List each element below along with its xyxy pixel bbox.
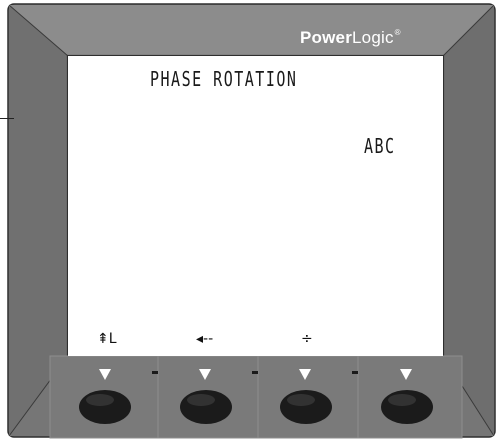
brand-light: Logic [352, 28, 394, 47]
softkey-button-4[interactable] [381, 390, 433, 424]
left-arrow-icon: ◂-- [196, 331, 214, 347]
softkey-button-1[interactable] [79, 390, 131, 424]
powerlogic-logo: PowerLogic® [300, 28, 401, 48]
phase-rotation-value: ABC [364, 134, 396, 159]
brand-registered-mark: ® [394, 28, 401, 37]
lcd-screen [68, 56, 443, 320]
softkey-button-3[interactable] [280, 390, 332, 424]
brand-bold: Power [300, 28, 353, 47]
up-level-icon: ⇞L [97, 331, 117, 347]
plus-minus-icon: ÷ [301, 331, 313, 347]
softkey-label-bar [68, 320, 443, 356]
softkey-button-2[interactable] [180, 390, 232, 424]
callout-leader-line [0, 118, 14, 119]
bezel-bevel-top [9, 5, 494, 56]
screen-title: PHASE ROTATION [150, 67, 298, 92]
